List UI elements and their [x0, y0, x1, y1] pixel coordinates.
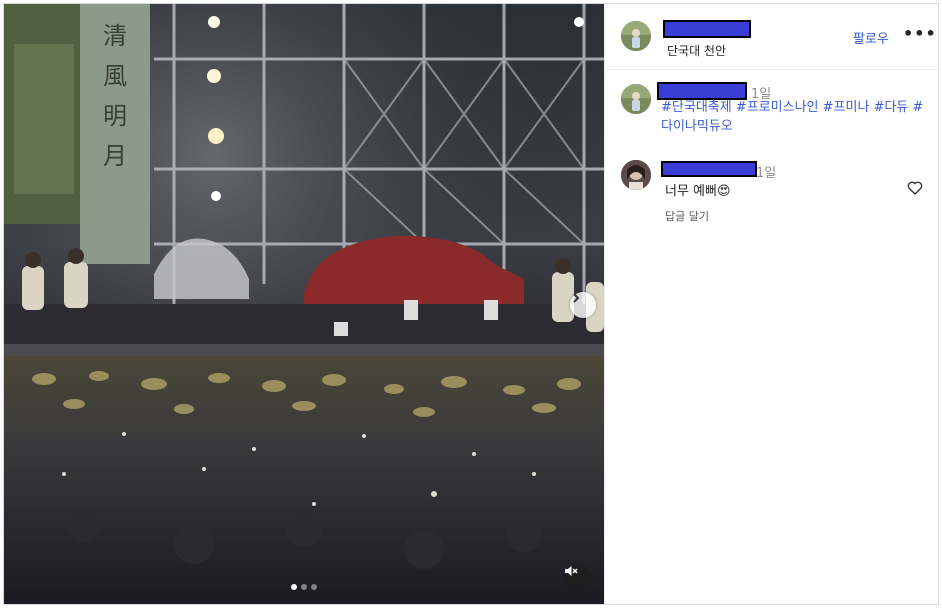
- redacted-username: [663, 20, 751, 38]
- heart-icon: [907, 181, 923, 195]
- svg-text:月: 月: [103, 142, 127, 170]
- reply-button[interactable]: 답글 달기: [665, 208, 709, 224]
- commenter-avatar[interactable]: [621, 160, 651, 190]
- post-side-panel: 단국대 천안 팔로우 ••• 1일 #단국대축제 #프로미스나인 #프미나 #다…: [604, 4, 938, 604]
- concert-photo: 清 風 明 月: [4, 4, 604, 604]
- svg-text:清: 清: [103, 22, 127, 50]
- author-avatar[interactable]: [621, 21, 651, 51]
- post-frame: 清 風 明 月 단국대 천안 팔로우 ••• 1일 #단국대축제 #프로미스나인…: [3, 3, 939, 605]
- caption-author-avatar-image: [621, 84, 651, 114]
- more-options-button[interactable]: •••: [903, 24, 937, 43]
- more-icon: •••: [903, 24, 937, 43]
- caption-author-avatar[interactable]: [621, 84, 651, 114]
- carousel-dot: [311, 584, 317, 590]
- svg-text:風: 風: [103, 62, 127, 90]
- follow-button[interactable]: 팔로우: [853, 28, 889, 47]
- like-comment-button[interactable]: [907, 180, 923, 200]
- carousel-dot: [301, 584, 307, 590]
- svg-text:明: 明: [103, 102, 127, 130]
- carousel-indicator: [291, 584, 317, 590]
- commenter-avatar-image: [621, 160, 651, 190]
- author-avatar-image: [621, 21, 651, 51]
- post-media[interactable]: 清 風 明 月: [4, 4, 604, 604]
- hashtag-link[interactable]: #다듀: [874, 100, 909, 115]
- mute-toggle-button[interactable]: [564, 564, 592, 592]
- carousel-dot: [291, 584, 297, 590]
- post-caption: #단국대축제 #프로미스나인 #프미나 #다듀 #다이나믹듀오: [661, 98, 933, 136]
- chevron-right-icon: [573, 293, 580, 303]
- next-slide-button[interactable]: [570, 292, 596, 318]
- hashtag-link[interactable]: #프미나: [823, 100, 870, 115]
- hashtag-link[interactable]: #단국대축제: [661, 100, 732, 115]
- redacted-commenter-username: [661, 161, 757, 177]
- comment-text: 너무 예뻐😍: [665, 184, 731, 199]
- post-location[interactable]: 단국대 천안: [667, 42, 726, 59]
- speaker-muted-icon: [565, 566, 578, 576]
- hashtag-link[interactable]: #프로미스나인: [736, 100, 819, 115]
- comment-timestamp: 1일: [756, 166, 777, 181]
- post-header: 단국대 천안 팔로우 •••: [605, 4, 938, 70]
